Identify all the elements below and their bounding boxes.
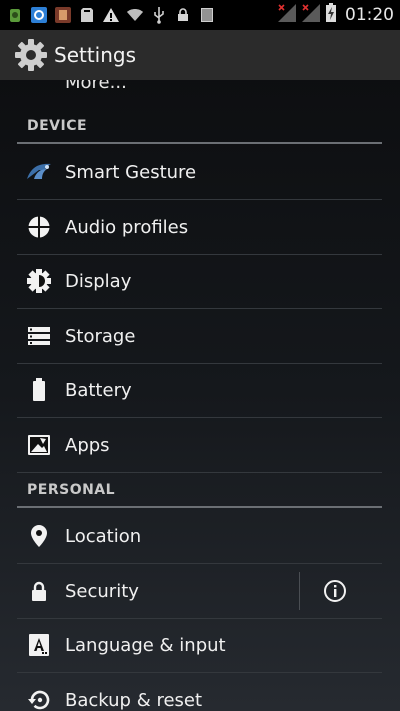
list-item-label: Storage xyxy=(65,325,136,347)
section-header-label: PERSONAL xyxy=(27,482,116,498)
barcode-icon xyxy=(198,6,216,24)
list-item-battery[interactable]: Battery xyxy=(17,363,382,418)
wifi-icon xyxy=(126,6,144,24)
list-item-smart-gesture[interactable]: Smart Gesture xyxy=(17,145,382,200)
signal-icon xyxy=(277,3,297,27)
list-item-storage[interactable]: Storage xyxy=(17,309,382,364)
list-item-display[interactable]: Display xyxy=(17,254,382,309)
section-header-device: DEVICE xyxy=(17,112,382,144)
more-item-label[interactable]: More... xyxy=(65,80,127,93)
list-item-label: Language & input xyxy=(65,634,226,656)
info-icon[interactable] xyxy=(323,579,347,603)
list-item-label: Smart Gesture xyxy=(65,161,197,183)
gear-icon[interactable] xyxy=(14,38,48,72)
usb-icon xyxy=(150,6,168,24)
smart-gesture-icon xyxy=(25,159,53,185)
list-item-label: Apps xyxy=(65,434,110,456)
battery-charging-icon xyxy=(325,3,337,27)
notification-app-icon-2 xyxy=(30,6,48,24)
list-item-label: Display xyxy=(65,270,132,292)
brightness-icon xyxy=(25,268,53,294)
status-bar: 01:20 xyxy=(0,0,400,30)
storage-icon xyxy=(25,323,53,349)
notification-app-icon-3 xyxy=(54,6,72,24)
signal-icon-2 xyxy=(301,3,321,27)
list-item-label: Backup & reset xyxy=(65,689,203,711)
audio-profiles-icon xyxy=(25,214,53,240)
settings-list[interactable]: More... DEVICE Smart Gesture Audio profi… xyxy=(0,80,400,711)
action-bar: Settings xyxy=(0,30,400,80)
list-item-label: Audio profiles xyxy=(65,216,189,238)
list-item-security[interactable]: Security xyxy=(17,564,382,619)
lock-icon xyxy=(174,6,192,24)
list-item-backup-reset[interactable]: Backup & reset xyxy=(17,673,382,711)
list-item-label: Security xyxy=(65,580,139,602)
backup-restore-icon xyxy=(25,687,53,711)
page-title: Settings xyxy=(54,43,137,67)
clock: 01:20 xyxy=(345,5,394,25)
location-pin-icon xyxy=(25,523,53,549)
list-item-label: Battery xyxy=(65,379,132,401)
list-item-language-input[interactable]: Language & input xyxy=(17,618,382,673)
sdcard-icon xyxy=(78,6,96,24)
warning-icon xyxy=(102,6,120,24)
apps-icon xyxy=(25,432,53,458)
battery-icon xyxy=(25,377,53,403)
section-header-label: DEVICE xyxy=(27,118,88,134)
divider xyxy=(299,572,300,610)
section-header-personal: PERSONAL xyxy=(17,476,382,508)
list-item-location[interactable]: Location xyxy=(17,509,382,564)
list-item-audio-profiles[interactable]: Audio profiles xyxy=(17,200,382,255)
keyboard-letter-icon xyxy=(25,632,53,658)
lock-icon xyxy=(25,578,53,604)
list-item-label: Location xyxy=(65,525,142,547)
list-item-apps[interactable]: Apps xyxy=(17,418,382,473)
notification-app-icon xyxy=(6,6,24,24)
